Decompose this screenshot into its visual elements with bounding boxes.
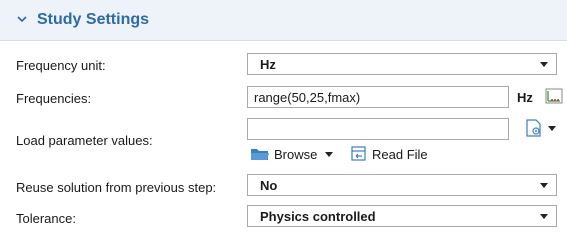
reuse-solution-value: No: [260, 178, 278, 193]
section-title: Study Settings: [37, 11, 150, 28]
read-file-label: Read File: [372, 146, 428, 162]
tolerance-select[interactable]: Physics controlled: [247, 205, 557, 227]
chevron-down-icon: [540, 214, 548, 219]
read-file-icon: [351, 146, 366, 161]
tolerance-label: Tolerance:: [16, 211, 76, 226]
frequencies-value: range(50,25,fmax): [254, 90, 361, 105]
chevron-down-icon: [540, 183, 548, 188]
file-location-icon[interactable]: [524, 118, 544, 138]
frequency-unit-select[interactable]: Hz: [247, 53, 557, 75]
chevron-down-icon: [540, 62, 548, 67]
load-parameter-label: Load parameter values:: [16, 133, 153, 148]
chevron-down-icon[interactable]: [16, 13, 28, 25]
range-plot-icon[interactable]: [544, 86, 564, 106]
frequencies-label: Frequencies:: [16, 91, 92, 106]
frequencies-input[interactable]: range(50,25,fmax): [247, 86, 509, 108]
study-settings-header[interactable]: Study Settings: [0, 0, 567, 41]
load-parameter-input[interactable]: [247, 118, 509, 140]
frequencies-unit: Hz: [517, 90, 533, 105]
frequency-unit-value: Hz: [260, 57, 276, 72]
folder-icon: [251, 149, 269, 160]
reuse-solution-select[interactable]: No: [247, 174, 557, 196]
browse-label: Browse: [274, 146, 318, 162]
browse-button[interactable]: Browse: [250, 146, 334, 162]
tolerance-value: Physics controlled: [260, 209, 376, 224]
frequency-unit-label: Frequency unit:: [16, 58, 106, 73]
read-file-button[interactable]: Read File: [350, 146, 428, 162]
reuse-solution-label: Reuse solution from previous step:: [16, 180, 217, 195]
chevron-down-icon[interactable]: [548, 126, 556, 131]
chevron-down-icon: [325, 151, 334, 157]
